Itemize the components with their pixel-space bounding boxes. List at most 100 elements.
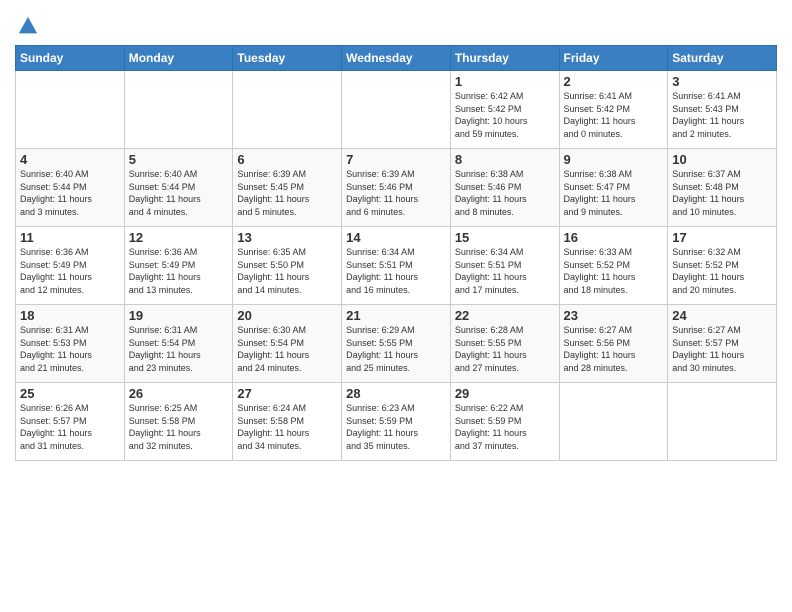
day-number: 23 — [564, 308, 664, 323]
day-info: Sunrise: 6:34 AM Sunset: 5:51 PM Dayligh… — [346, 246, 446, 296]
calendar-table: SundayMondayTuesdayWednesdayThursdayFrid… — [15, 45, 777, 461]
day-number: 17 — [672, 230, 772, 245]
day-number: 13 — [237, 230, 337, 245]
day-info: Sunrise: 6:38 AM Sunset: 5:47 PM Dayligh… — [564, 168, 664, 218]
day-cell: 9Sunrise: 6:38 AM Sunset: 5:47 PM Daylig… — [559, 149, 668, 227]
day-cell: 4Sunrise: 6:40 AM Sunset: 5:44 PM Daylig… — [16, 149, 125, 227]
day-cell: 12Sunrise: 6:36 AM Sunset: 5:49 PM Dayli… — [124, 227, 233, 305]
day-number: 5 — [129, 152, 229, 167]
day-cell — [342, 71, 451, 149]
day-info: Sunrise: 6:26 AM Sunset: 5:57 PM Dayligh… — [20, 402, 120, 452]
day-cell: 24Sunrise: 6:27 AM Sunset: 5:57 PM Dayli… — [668, 305, 777, 383]
day-cell: 17Sunrise: 6:32 AM Sunset: 5:52 PM Dayli… — [668, 227, 777, 305]
day-number: 26 — [129, 386, 229, 401]
weekday-saturday: Saturday — [668, 46, 777, 71]
day-cell: 13Sunrise: 6:35 AM Sunset: 5:50 PM Dayli… — [233, 227, 342, 305]
day-cell — [233, 71, 342, 149]
day-info: Sunrise: 6:37 AM Sunset: 5:48 PM Dayligh… — [672, 168, 772, 218]
day-number: 6 — [237, 152, 337, 167]
day-info: Sunrise: 6:31 AM Sunset: 5:53 PM Dayligh… — [20, 324, 120, 374]
day-number: 14 — [346, 230, 446, 245]
day-cell: 6Sunrise: 6:39 AM Sunset: 5:45 PM Daylig… — [233, 149, 342, 227]
day-number: 25 — [20, 386, 120, 401]
day-cell: 2Sunrise: 6:41 AM Sunset: 5:42 PM Daylig… — [559, 71, 668, 149]
day-cell — [668, 383, 777, 461]
day-cell: 29Sunrise: 6:22 AM Sunset: 5:59 PM Dayli… — [450, 383, 559, 461]
day-info: Sunrise: 6:27 AM Sunset: 5:56 PM Dayligh… — [564, 324, 664, 374]
day-info: Sunrise: 6:36 AM Sunset: 5:49 PM Dayligh… — [20, 246, 120, 296]
day-info: Sunrise: 6:40 AM Sunset: 5:44 PM Dayligh… — [129, 168, 229, 218]
weekday-wednesday: Wednesday — [342, 46, 451, 71]
day-cell: 5Sunrise: 6:40 AM Sunset: 5:44 PM Daylig… — [124, 149, 233, 227]
day-number: 1 — [455, 74, 555, 89]
day-cell: 11Sunrise: 6:36 AM Sunset: 5:49 PM Dayli… — [16, 227, 125, 305]
weekday-header-row: SundayMondayTuesdayWednesdayThursdayFrid… — [16, 46, 777, 71]
logo — [15, 14, 39, 39]
week-row-4: 18Sunrise: 6:31 AM Sunset: 5:53 PM Dayli… — [16, 305, 777, 383]
header — [15, 10, 777, 39]
day-cell: 22Sunrise: 6:28 AM Sunset: 5:55 PM Dayli… — [450, 305, 559, 383]
day-cell: 23Sunrise: 6:27 AM Sunset: 5:56 PM Dayli… — [559, 305, 668, 383]
day-number: 8 — [455, 152, 555, 167]
day-info: Sunrise: 6:28 AM Sunset: 5:55 PM Dayligh… — [455, 324, 555, 374]
week-row-3: 11Sunrise: 6:36 AM Sunset: 5:49 PM Dayli… — [16, 227, 777, 305]
day-cell: 25Sunrise: 6:26 AM Sunset: 5:57 PM Dayli… — [16, 383, 125, 461]
day-number: 27 — [237, 386, 337, 401]
day-info: Sunrise: 6:29 AM Sunset: 5:55 PM Dayligh… — [346, 324, 446, 374]
day-number: 18 — [20, 308, 120, 323]
day-info: Sunrise: 6:30 AM Sunset: 5:54 PM Dayligh… — [237, 324, 337, 374]
day-info: Sunrise: 6:39 AM Sunset: 5:46 PM Dayligh… — [346, 168, 446, 218]
day-info: Sunrise: 6:40 AM Sunset: 5:44 PM Dayligh… — [20, 168, 120, 218]
day-info: Sunrise: 6:41 AM Sunset: 5:43 PM Dayligh… — [672, 90, 772, 140]
day-number: 20 — [237, 308, 337, 323]
day-number: 24 — [672, 308, 772, 323]
day-cell: 15Sunrise: 6:34 AM Sunset: 5:51 PM Dayli… — [450, 227, 559, 305]
day-number: 16 — [564, 230, 664, 245]
day-cell: 16Sunrise: 6:33 AM Sunset: 5:52 PM Dayli… — [559, 227, 668, 305]
day-cell: 27Sunrise: 6:24 AM Sunset: 5:58 PM Dayli… — [233, 383, 342, 461]
day-cell: 7Sunrise: 6:39 AM Sunset: 5:46 PM Daylig… — [342, 149, 451, 227]
page: SundayMondayTuesdayWednesdayThursdayFrid… — [0, 0, 792, 612]
day-cell — [16, 71, 125, 149]
day-info: Sunrise: 6:39 AM Sunset: 5:45 PM Dayligh… — [237, 168, 337, 218]
day-info: Sunrise: 6:32 AM Sunset: 5:52 PM Dayligh… — [672, 246, 772, 296]
day-number: 21 — [346, 308, 446, 323]
day-cell — [124, 71, 233, 149]
day-cell: 21Sunrise: 6:29 AM Sunset: 5:55 PM Dayli… — [342, 305, 451, 383]
day-info: Sunrise: 6:36 AM Sunset: 5:49 PM Dayligh… — [129, 246, 229, 296]
day-cell: 20Sunrise: 6:30 AM Sunset: 5:54 PM Dayli… — [233, 305, 342, 383]
day-info: Sunrise: 6:22 AM Sunset: 5:59 PM Dayligh… — [455, 402, 555, 452]
weekday-friday: Friday — [559, 46, 668, 71]
day-cell: 19Sunrise: 6:31 AM Sunset: 5:54 PM Dayli… — [124, 305, 233, 383]
day-info: Sunrise: 6:23 AM Sunset: 5:59 PM Dayligh… — [346, 402, 446, 452]
day-number: 28 — [346, 386, 446, 401]
day-cell: 1Sunrise: 6:42 AM Sunset: 5:42 PM Daylig… — [450, 71, 559, 149]
day-info: Sunrise: 6:35 AM Sunset: 5:50 PM Dayligh… — [237, 246, 337, 296]
day-info: Sunrise: 6:42 AM Sunset: 5:42 PM Dayligh… — [455, 90, 555, 140]
day-number: 9 — [564, 152, 664, 167]
week-row-2: 4Sunrise: 6:40 AM Sunset: 5:44 PM Daylig… — [16, 149, 777, 227]
day-cell: 26Sunrise: 6:25 AM Sunset: 5:58 PM Dayli… — [124, 383, 233, 461]
day-info: Sunrise: 6:41 AM Sunset: 5:42 PM Dayligh… — [564, 90, 664, 140]
day-number: 29 — [455, 386, 555, 401]
day-cell: 3Sunrise: 6:41 AM Sunset: 5:43 PM Daylig… — [668, 71, 777, 149]
day-cell: 18Sunrise: 6:31 AM Sunset: 5:53 PM Dayli… — [16, 305, 125, 383]
week-row-1: 1Sunrise: 6:42 AM Sunset: 5:42 PM Daylig… — [16, 71, 777, 149]
day-number: 2 — [564, 74, 664, 89]
weekday-monday: Monday — [124, 46, 233, 71]
day-number: 22 — [455, 308, 555, 323]
day-number: 10 — [672, 152, 772, 167]
day-cell — [559, 383, 668, 461]
day-number: 12 — [129, 230, 229, 245]
day-info: Sunrise: 6:24 AM Sunset: 5:58 PM Dayligh… — [237, 402, 337, 452]
day-info: Sunrise: 6:38 AM Sunset: 5:46 PM Dayligh… — [455, 168, 555, 218]
day-info: Sunrise: 6:31 AM Sunset: 5:54 PM Dayligh… — [129, 324, 229, 374]
day-cell: 10Sunrise: 6:37 AM Sunset: 5:48 PM Dayli… — [668, 149, 777, 227]
day-info: Sunrise: 6:25 AM Sunset: 5:58 PM Dayligh… — [129, 402, 229, 452]
week-row-5: 25Sunrise: 6:26 AM Sunset: 5:57 PM Dayli… — [16, 383, 777, 461]
day-number: 7 — [346, 152, 446, 167]
weekday-tuesday: Tuesday — [233, 46, 342, 71]
day-number: 3 — [672, 74, 772, 89]
day-number: 19 — [129, 308, 229, 323]
day-cell: 28Sunrise: 6:23 AM Sunset: 5:59 PM Dayli… — [342, 383, 451, 461]
